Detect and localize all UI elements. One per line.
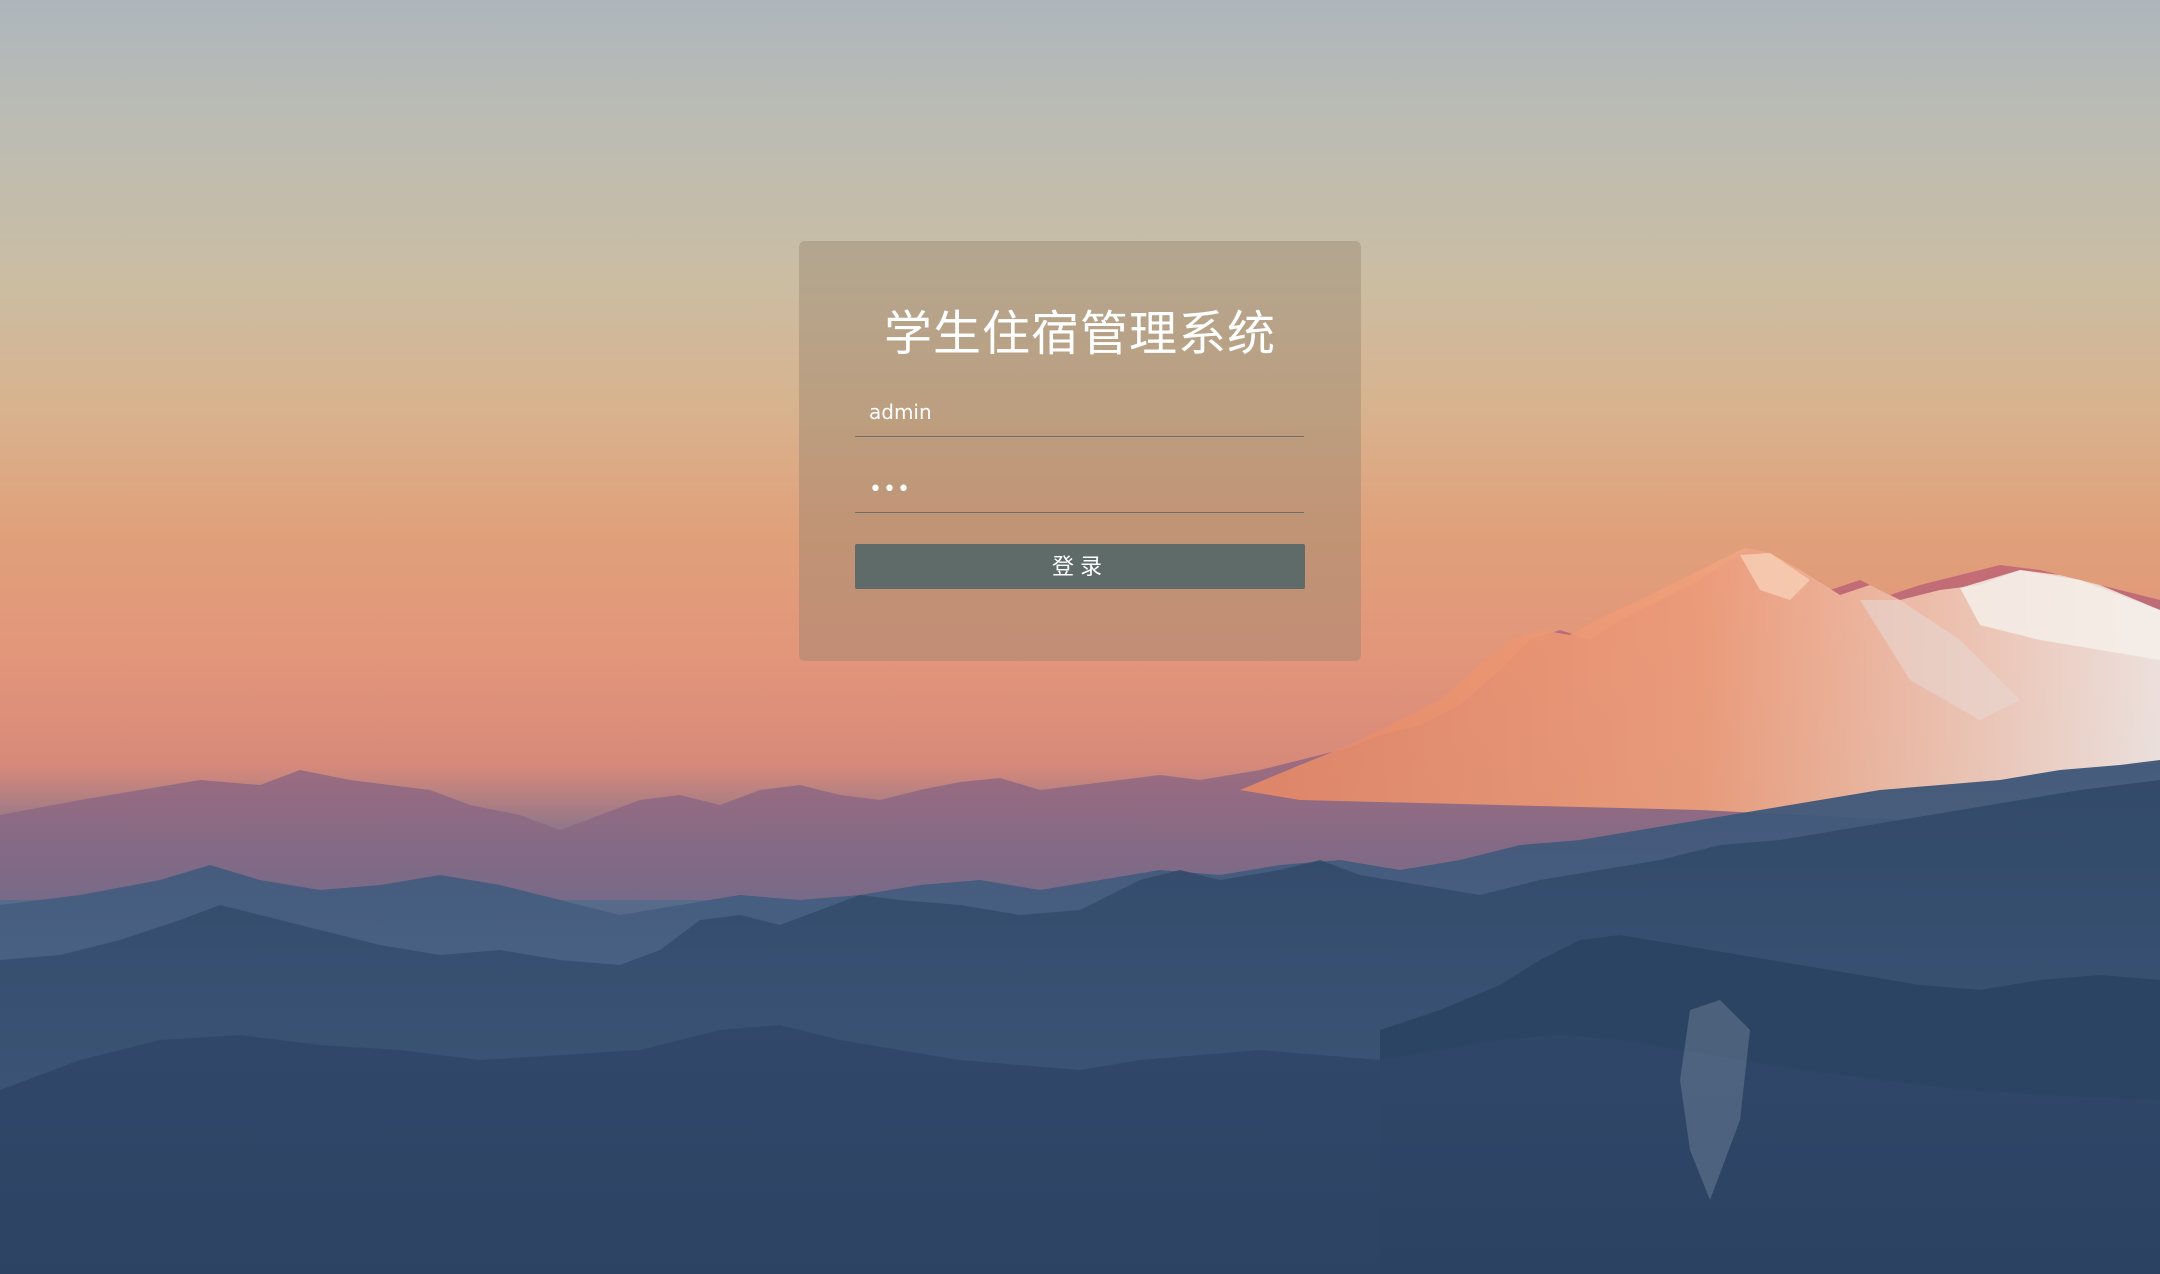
login-card: 学生住宿管理系统 admin ••• 登录 <box>799 241 1361 661</box>
system-title: 学生住宿管理系统 <box>883 306 1276 362</box>
username-value: admin <box>869 400 932 424</box>
password-value: ••• <box>869 477 911 502</box>
password-field[interactable]: ••• <box>855 465 1304 513</box>
login-button[interactable]: 登录 <box>855 544 1305 589</box>
username-field[interactable]: admin <box>855 389 1304 437</box>
login-page: 学生住宿管理系统 admin ••• 登录 <box>0 0 2160 1274</box>
